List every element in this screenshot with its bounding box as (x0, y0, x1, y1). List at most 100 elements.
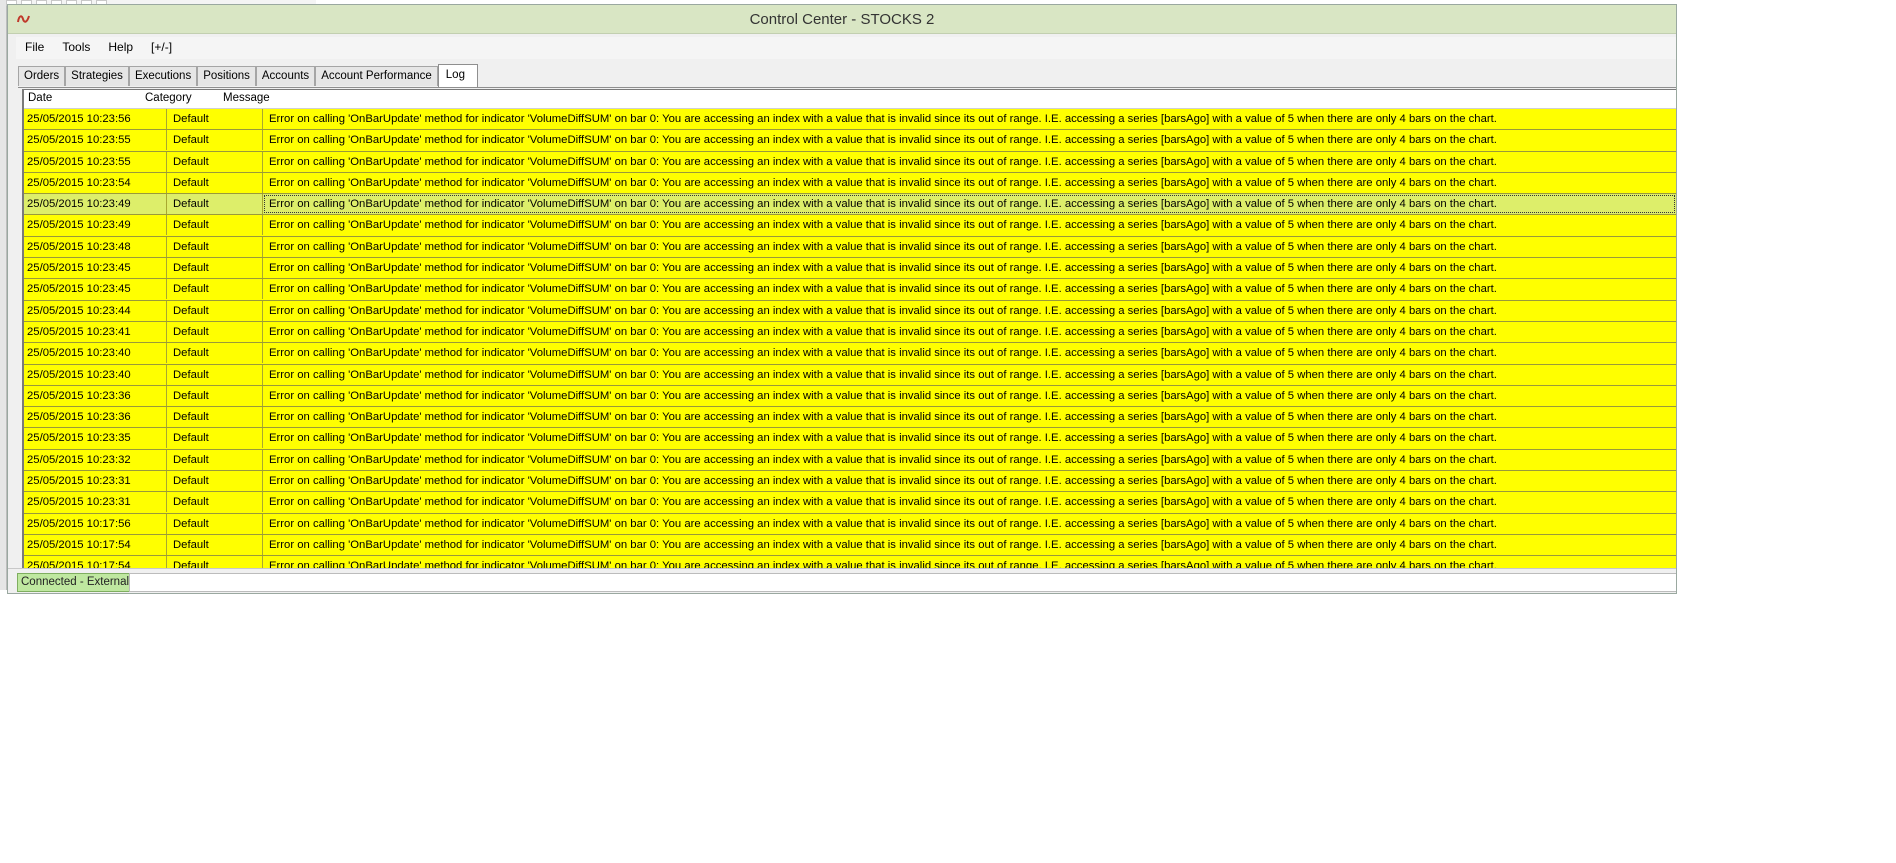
log-row[interactable]: 25/05/2015 10:23:56 Default Error on calli… (24, 109, 1676, 131)
log-date-cell: 25/05/2015 10:23:45 (24, 258, 167, 279)
column-header-message[interactable]: Message (223, 92, 270, 104)
log-row[interactable]: 25/05/2015 10:23:45 Default Error on calli… (24, 279, 1676, 301)
log-message-cell: Error on calling 'OnBarUpdate' method fo… (269, 389, 1497, 402)
log-category-cell: Default (167, 279, 263, 300)
log-row[interactable]: 25/05/2015 10:23:49 Default Error on calli… (24, 194, 1676, 216)
log-row[interactable]: 25/05/2015 10:23:31 Default Error on calli… (24, 492, 1676, 514)
log-row[interactable]: 25/05/2015 10:23:40 Default Error on calli… (24, 343, 1676, 365)
log-message-cell: Error on calling 'OnBarUpdate' method fo… (263, 194, 1676, 214)
log-row[interactable]: 25/05/2015 10:23:40 Default Error on calli… (24, 364, 1676, 386)
log-row[interactable]: 25/05/2015 10:23:48 Default Error on calli… (24, 236, 1676, 259)
log-category-cell: Default (167, 151, 263, 172)
log-row[interactable]: 25/05/2015 10:17:56 Default Error on calli… (24, 513, 1676, 535)
log-category-cell: Default (167, 534, 263, 555)
log-message-cell: Error on calling 'OnBarUpdate' method fo… (269, 176, 1497, 189)
control-center-window: Control Center - STOCKS 2 File Tools Help[… (7, 4, 1677, 594)
log-date-cell: 25/05/2015 10:17:56 (24, 513, 167, 534)
log-message-cell: Error on calling 'OnBarUpdate' method fo… (269, 283, 1497, 296)
log-row[interactable]: 25/05/2015 10:23:41 Default Error on calli… (24, 321, 1676, 344)
tab-strip: Orders Strategies Executions Positions Accou… (18, 63, 1676, 88)
log-date-cell: 25/05/2015 10:23:56 (24, 109, 167, 129)
log-date-cell: 25/05/2015 10:23:48 (24, 236, 167, 257)
log-message-cell: Error on calling 'OnBarUpdate' method fo… (269, 134, 1497, 147)
log-row[interactable]: 25/05/2015 10:23:36 Default Error on calli… (24, 407, 1676, 429)
log-row[interactable]: 25/05/2015 10:23:35 Default Error on calli… (24, 428, 1676, 450)
log-message-cell: Error on calling 'OnBarUpdate' method fo… (269, 368, 1497, 381)
log-row[interactable]: 25/05/2015 10:17:54 Default Error on calli… (24, 534, 1676, 557)
log-row[interactable]: 25/05/2015 10:23:31 Default Error on calli… (24, 471, 1676, 493)
log-row[interactable]: 25/05/2015 10:23:44 Default Error on calli… (24, 300, 1676, 322)
tab-executions[interactable]: Executions (128, 66, 198, 86)
log-date-cell: 25/05/2015 10:23:40 (24, 343, 167, 364)
connection-status: Connected - External (17, 573, 134, 592)
log-row[interactable]: 25/05/2015 10:23:45 Default Error on calli… (24, 258, 1676, 280)
log-category-cell: Default (167, 364, 263, 385)
log-date-cell: 25/05/2015 10:23:55 (24, 130, 167, 151)
log-message-cell: Error on calling 'OnBarUpdate' method fo… (269, 496, 1497, 509)
log-message-cell: Error on calling 'OnBarUpdate' method fo… (269, 475, 1497, 488)
log-category-cell: Default (167, 194, 263, 215)
log-category-cell: Default (167, 300, 263, 321)
log-row[interactable]: 25/05/2015 10:23:54 Default Error on calli… (24, 172, 1676, 195)
menu-item-help[interactable]: Help (99, 37, 142, 59)
log-category-cell: Default (167, 407, 263, 428)
title-bar[interactable]: Control Center - STOCKS 2 (8, 5, 1676, 34)
column-header-date[interactable]: Date (28, 92, 52, 104)
log-category-cell: Default (167, 321, 263, 342)
log-row[interactable]: 25/05/2015 10:23:49 Default Error on calli… (24, 215, 1676, 237)
log-message-cell: Error on calling 'OnBarUpdate' method fo… (269, 219, 1497, 232)
log-row[interactable]: 25/05/2015 10:23:32 Default Error on calli… (24, 449, 1676, 472)
log-date-cell: 25/05/2015 10:23:40 (24, 364, 167, 385)
log-date-cell: 25/05/2015 10:23:36 (24, 407, 167, 428)
log-message-cell: Error on calling 'OnBarUpdate' method fo… (269, 432, 1497, 445)
log-message-cell: Error on calling 'OnBarUpdate' method fo… (269, 113, 1497, 125)
log-category-cell: Default (167, 449, 263, 470)
log-date-cell: 25/05/2015 10:23:49 (24, 215, 167, 236)
log-date-cell: 25/05/2015 10:17:54 (24, 534, 167, 555)
log-row[interactable]: 25/05/2015 10:23:55 Default Error on calli… (24, 151, 1676, 173)
log-message-cell: Error on calling 'OnBarUpdate' method fo… (269, 538, 1497, 551)
log-date-cell: 25/05/2015 10:23:54 (24, 172, 167, 193)
log-category-cell: Default (167, 385, 263, 406)
log-message-cell: Error on calling 'OnBarUpdate' method fo… (269, 411, 1497, 424)
log-grid[interactable]: Date Category Message 25/05/2015 10:23:5… (22, 89, 1676, 570)
tab-orders[interactable]: Orders (18, 66, 66, 86)
log-message-cell: Error on calling 'OnBarUpdate' method fo… (269, 453, 1497, 466)
log-category-cell: Default (167, 428, 263, 449)
tab-accounts[interactable]: Accounts (255, 66, 316, 86)
log-category-cell: Default (167, 172, 263, 193)
log-category-cell: Default (167, 513, 263, 534)
log-message-cell: Error on calling 'OnBarUpdate' method fo… (269, 517, 1497, 530)
log-message-cell: Error on calling 'OnBarUpdate' method fo… (269, 347, 1497, 360)
log-message-cell: Error on calling 'OnBarUpdate' method fo… (269, 325, 1497, 338)
log-row[interactable]: 25/05/2015 10:23:36 Default Error on calli… (24, 385, 1676, 408)
menu-item-file[interactable]: File (16, 37, 53, 59)
log-message-cell: Error on calling 'OnBarUpdate' method fo… (269, 304, 1497, 317)
tab-positions[interactable]: Positions (197, 66, 256, 86)
status-message-field (129, 573, 1676, 592)
log-rows: 25/05/2015 10:23:56 Default Error on calli… (24, 109, 1676, 570)
log-category-cell: Default (167, 215, 263, 236)
status-bar: Connected - External (8, 568, 1676, 593)
log-message-cell: Error on calling 'OnBarUpdate' method fo… (269, 240, 1497, 253)
tab-log[interactable]: Log (437, 64, 478, 87)
log-category-cell: Default (167, 471, 263, 492)
menu-bar: File Tools Help [+/-] (16, 37, 1676, 59)
log-category-cell: Default (167, 492, 263, 513)
log-date-cell: 25/05/2015 10:23:49 (24, 194, 167, 215)
column-header-category[interactable]: Category (145, 92, 192, 104)
log-category-cell: Default (167, 343, 263, 364)
tab-strategies[interactable]: Strategies (65, 66, 129, 86)
log-date-cell: 25/05/2015 10:23:31 (24, 492, 167, 513)
window-title: Control Center - STOCKS 2 (749, 11, 935, 28)
tab-account-performance[interactable]: Account Performance (315, 66, 438, 86)
menu-item-tools[interactable]: Tools (53, 37, 99, 59)
background-window-edge (0, 0, 7, 590)
grid-header: Date Category Message (24, 90, 1676, 109)
log-message-cell: Error on calling 'OnBarUpdate' method fo… (269, 262, 1497, 275)
log-message-cell: Error on calling 'OnBarUpdate' method fo… (269, 155, 1497, 168)
log-date-cell: 25/05/2015 10:23:44 (24, 300, 167, 321)
menu-item-toggle[interactable]: [+/-] (142, 37, 181, 59)
log-row[interactable]: 25/05/2015 10:23:55 Default Error on calli… (24, 130, 1676, 152)
log-category-cell: Default (167, 109, 263, 129)
